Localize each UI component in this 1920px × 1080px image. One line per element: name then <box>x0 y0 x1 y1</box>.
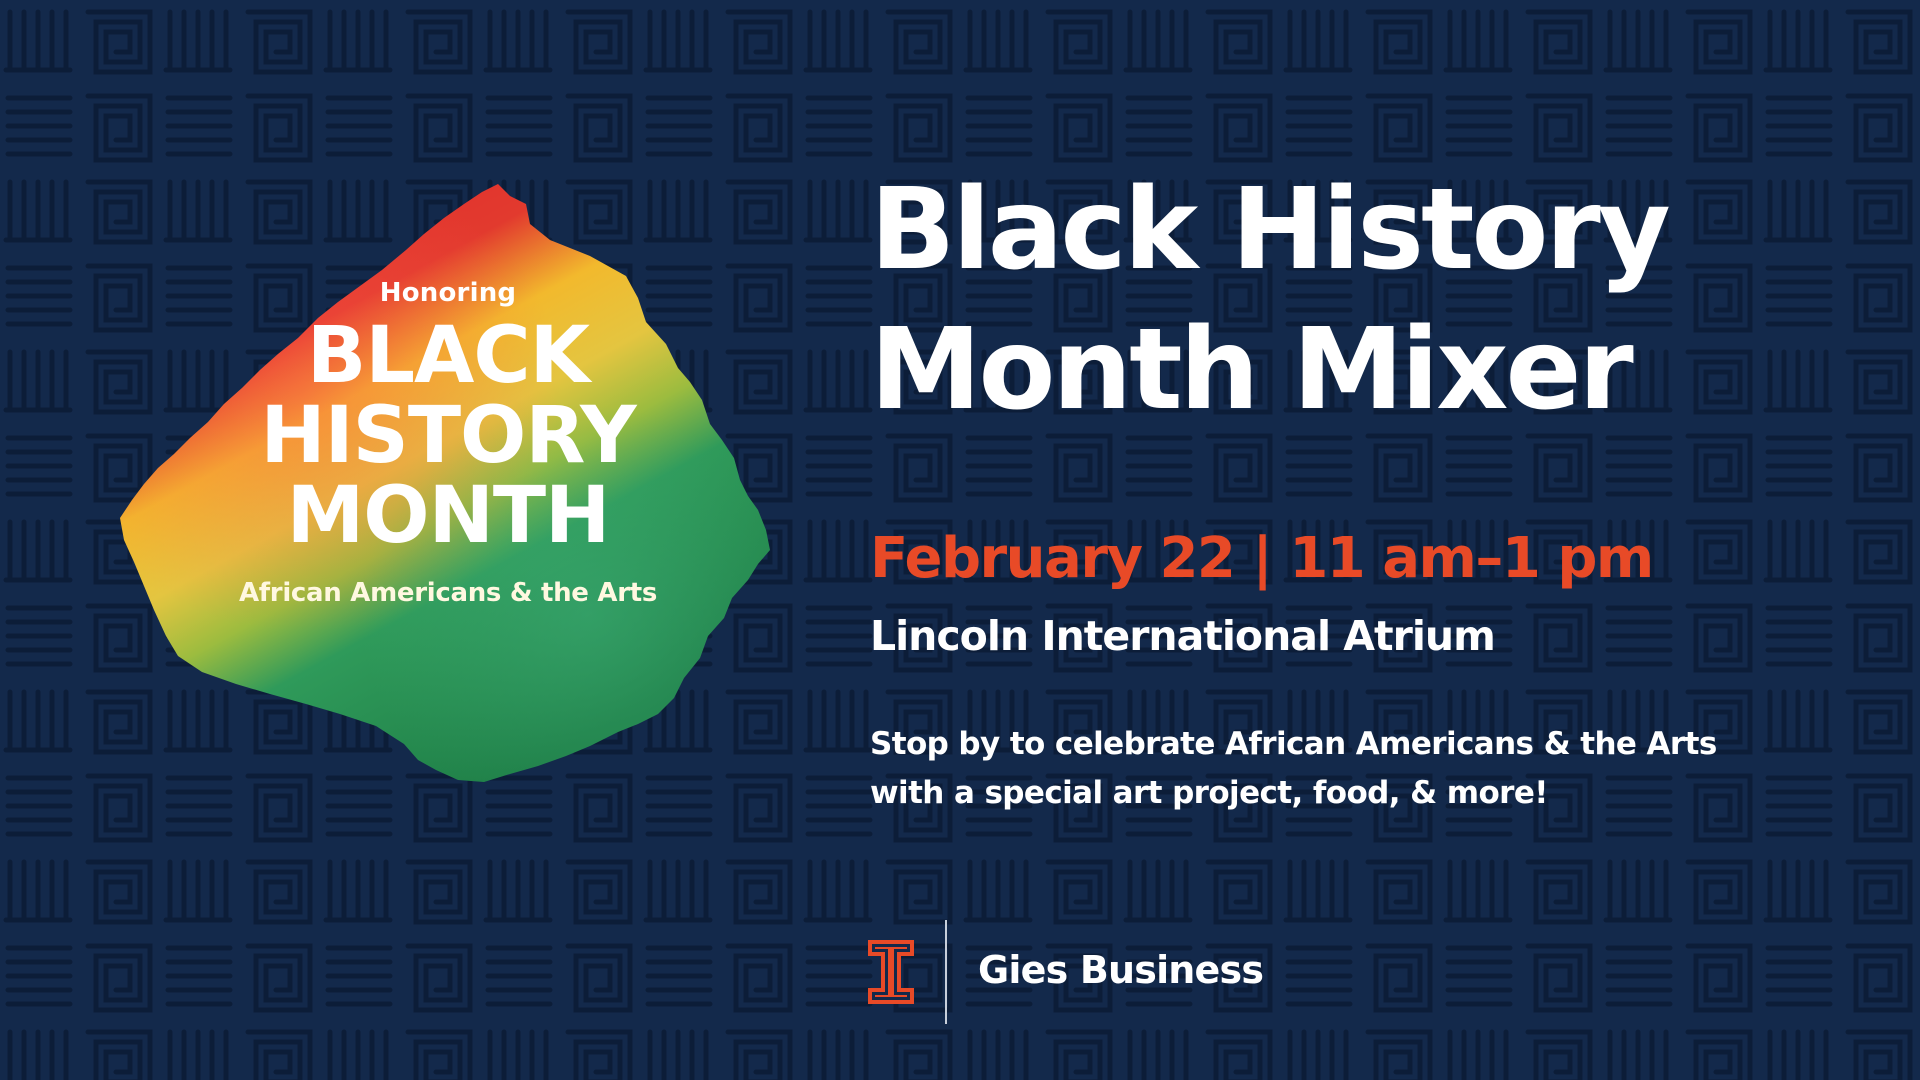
event-banner: Honoring BLACK HISTORY MONTH African Ame… <box>0 0 1920 1080</box>
event-title-line: Month Mixer <box>870 305 1634 435</box>
organization-name: Gies Business <box>978 948 1264 992</box>
event-datetime: February 22 | 11 am–1 pm <box>870 526 1654 591</box>
event-description: Stop by to celebrate African Americans &… <box>870 720 1717 818</box>
event-description-line: Stop by to celebrate African Americans &… <box>870 726 1717 762</box>
event-location: Lincoln International Atrium <box>870 612 1496 660</box>
block-i-icon <box>868 940 914 1004</box>
badge-subtitle: African Americans & the Arts <box>238 578 658 608</box>
badge-title: BLACK HISTORY MONTH <box>118 316 778 556</box>
badge-honoring-label: Honoring <box>379 278 517 308</box>
badge-title-line: MONTH <box>286 471 611 561</box>
event-title-line: Black History <box>870 165 1671 295</box>
logo-divider <box>945 920 947 1024</box>
badge-title-line: BLACK <box>306 311 590 401</box>
event-title: Black History Month Mixer <box>870 160 1870 440</box>
event-description-line: with a special art project, food, & more… <box>870 775 1548 811</box>
gies-business-logo: Gies Business <box>868 920 1348 1024</box>
badge-text-group: Honoring BLACK HISTORY MONTH African Ame… <box>118 178 778 788</box>
badge-title-line: HISTORY <box>260 391 636 481</box>
